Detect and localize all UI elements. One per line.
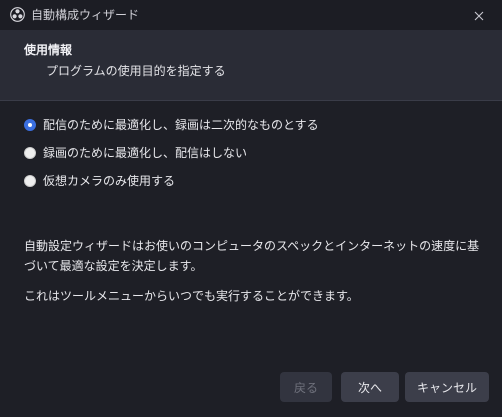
title-bar: 自動構成ウィザード xyxy=(0,0,502,30)
radio-optimize-recording[interactable]: 録画のために最適化し、配信はしない xyxy=(24,144,247,162)
radio-label: 仮想カメラのみ使用する xyxy=(43,174,176,188)
next-button[interactable]: 次へ xyxy=(341,372,399,402)
page-subtitle: プログラムの使用目的を指定する xyxy=(46,64,226,78)
radio-optimize-streaming[interactable]: 配信のために最適化し、録画は二次的なものとする xyxy=(24,116,319,134)
obs-logo-icon xyxy=(10,7,25,22)
description-text: 自動設定ウィザードはお使いのコンピュータのスペックとインターネットの速度に基づい… xyxy=(24,239,480,273)
close-button[interactable] xyxy=(456,0,502,30)
radio-label: 配信のために最適化し、録画は二次的なものとする xyxy=(43,118,319,132)
page-title: 使用情報 xyxy=(24,43,73,57)
radio-label: 録画のために最適化し、配信はしない xyxy=(43,146,248,160)
radio-button[interactable] xyxy=(24,147,36,159)
cancel-button[interactable]: キャンセル xyxy=(405,372,489,402)
close-icon xyxy=(474,6,484,25)
page-header: 使用情報 プログラムの使用目的を指定する xyxy=(0,30,502,101)
back-button[interactable]: 戻る xyxy=(280,372,332,402)
description-note: これはツールメニューからいつでも実行することができます。 xyxy=(24,289,359,303)
radio-button[interactable] xyxy=(24,175,36,187)
wizard-window: 自動構成ウィザード 使用情報 プログラムの使用目的を指定する 配信のために最適化… xyxy=(0,0,502,417)
window-title: 自動構成ウィザード xyxy=(31,8,140,22)
radio-button-checked[interactable] xyxy=(24,119,36,131)
radio-virtual-camera-only[interactable]: 仮想カメラのみ使用する xyxy=(24,172,175,190)
